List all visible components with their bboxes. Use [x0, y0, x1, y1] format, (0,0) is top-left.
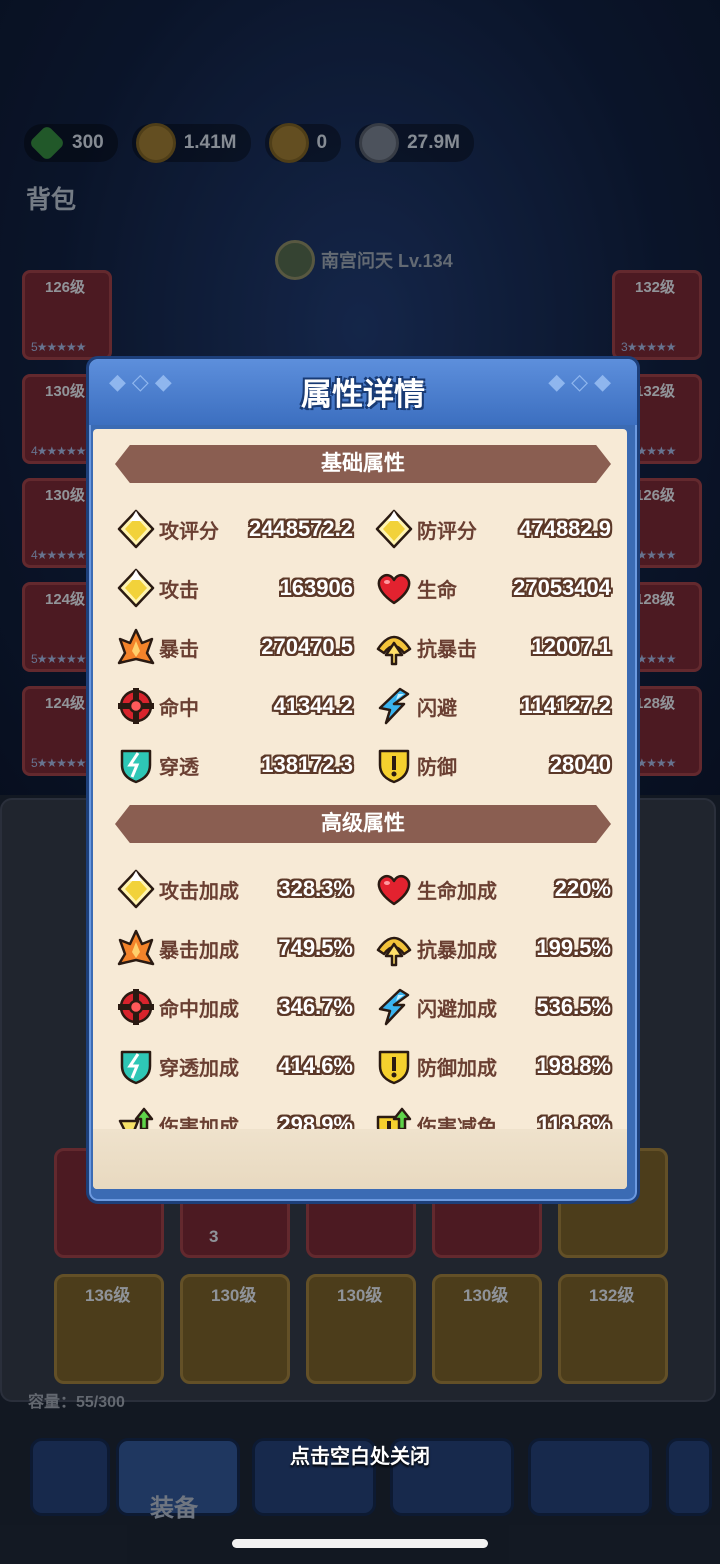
attribute-details-modal: ◆◇◆ ◆◇◆ 属性详情 基础属性 攻评分 2448572.2 防评分 474882.…: [86, 356, 640, 1204]
modal-header: ◆◇◆ ◆◇◆ 属性详情: [89, 359, 637, 425]
defense-rating-icon: [373, 508, 415, 550]
home-indicator[interactable]: [232, 1539, 488, 1548]
stat-name: 防评分: [417, 520, 477, 543]
stat-name: 抗暴加成: [417, 939, 497, 962]
stat-name: 闪避加成: [417, 998, 497, 1021]
stat-value: 270470.5: [261, 634, 353, 659]
shield-icon: [373, 1045, 415, 1087]
basic-stat-row: 抗暴击 12007.1: [373, 625, 611, 669]
stat-name: 命中加成: [159, 998, 239, 1021]
stat-name: 防御加成: [417, 1057, 497, 1080]
advanced-stat-row: 暴击加成 749.5%: [115, 926, 353, 970]
stat-name: 攻击加成: [159, 880, 239, 903]
crosshair-icon: [115, 986, 157, 1028]
stat-value: 163906: [279, 575, 353, 600]
stat-value: 12007.1: [531, 634, 611, 659]
advanced-attributes-banner: 高级属性: [115, 805, 611, 843]
stat-name: 攻评分: [159, 520, 219, 543]
crit-icon: [115, 927, 157, 969]
crit-icon: [115, 626, 157, 668]
attack-icon: [115, 567, 157, 609]
shield-icon: [373, 744, 415, 786]
advanced-stat-row: 生命加成 220%: [373, 867, 611, 911]
stat-value: 414.6%: [278, 1053, 353, 1078]
stat-value: 220%: [554, 876, 611, 901]
stat-value: 198.8%: [536, 1053, 611, 1078]
crit-resist-icon: [373, 927, 415, 969]
attack-bonus-icon: [115, 868, 157, 910]
stat-name: 抗暴击: [417, 638, 477, 661]
stat-value: 138172.3: [261, 752, 353, 777]
penetration-icon: [115, 1045, 157, 1087]
advanced-stat-row: 防御加成 198.8%: [373, 1044, 611, 1088]
stat-value: 114127.2: [520, 693, 611, 718]
basic-stat-row: 防评分 474882.9: [373, 507, 611, 551]
attack-rating-icon: [115, 508, 157, 550]
dodge-icon: [373, 685, 415, 727]
stat-value: 28040: [549, 752, 611, 777]
stat-name: 攻击: [159, 579, 199, 602]
advanced-stat-row: 闪避加成 536.5%: [373, 985, 611, 1029]
stat-name: 穿透加成: [159, 1057, 239, 1080]
advanced-stat-row: 攻击加成 328.3%: [115, 867, 353, 911]
heart-icon: [373, 567, 415, 609]
stat-name: 防御: [417, 756, 457, 779]
advanced-stat-row: 命中加成 346.7%: [115, 985, 353, 1029]
stat-value: 346.7%: [278, 994, 353, 1019]
stat-value: 474882.9: [519, 516, 611, 541]
stat-value: 41344.2: [273, 693, 353, 718]
stat-name: 命中: [159, 697, 199, 720]
advanced-stat-row: 穿透加成 414.6%: [115, 1044, 353, 1088]
stat-name: 生命: [417, 579, 457, 602]
modal-body: 基础属性 攻评分 2448572.2 防评分 474882.9 攻击 163906 生命 27…: [93, 429, 627, 1189]
stat-name: 暴击加成: [159, 939, 239, 962]
stat-name: 生命加成: [417, 880, 497, 903]
stat-name: 穿透: [159, 756, 199, 779]
basic-stat-row: 攻击 163906: [115, 566, 353, 610]
basic-stat-row: 防御 28040: [373, 743, 611, 787]
heart-icon: [373, 868, 415, 910]
stat-name: 闪避: [417, 697, 457, 720]
crit-resist-icon: [373, 626, 415, 668]
dodge-icon: [373, 986, 415, 1028]
basic-stat-row: 穿透 138172.3: [115, 743, 353, 787]
basic-attributes-banner: 基础属性: [115, 445, 611, 483]
stat-value: 536.5%: [536, 994, 611, 1019]
stat-value: 328.3%: [278, 876, 353, 901]
modal-title: 属性详情: [301, 377, 425, 412]
advanced-stat-row: 抗暴加成 199.5%: [373, 926, 611, 970]
basic-stat-row: 生命 27053404: [373, 566, 611, 610]
penetration-icon: [115, 744, 157, 786]
basic-stat-row: 闪避 114127.2: [373, 684, 611, 728]
basic-stat-row: 命中 41344.2: [115, 684, 353, 728]
basic-stat-row: 暴击 270470.5: [115, 625, 353, 669]
stat-name: 暴击: [159, 638, 199, 661]
modal-footer-decoration: [93, 1129, 627, 1189]
stat-value: 27053404: [513, 575, 611, 600]
stat-value: 199.5%: [536, 935, 611, 960]
crosshair-icon: [115, 685, 157, 727]
basic-stat-row: 攻评分 2448572.2: [115, 507, 353, 551]
stat-value: 2448572.2: [249, 516, 353, 541]
tap-to-close-hint[interactable]: 点击空白处关闭: [0, 1440, 720, 1469]
stat-value: 749.5%: [278, 935, 353, 960]
